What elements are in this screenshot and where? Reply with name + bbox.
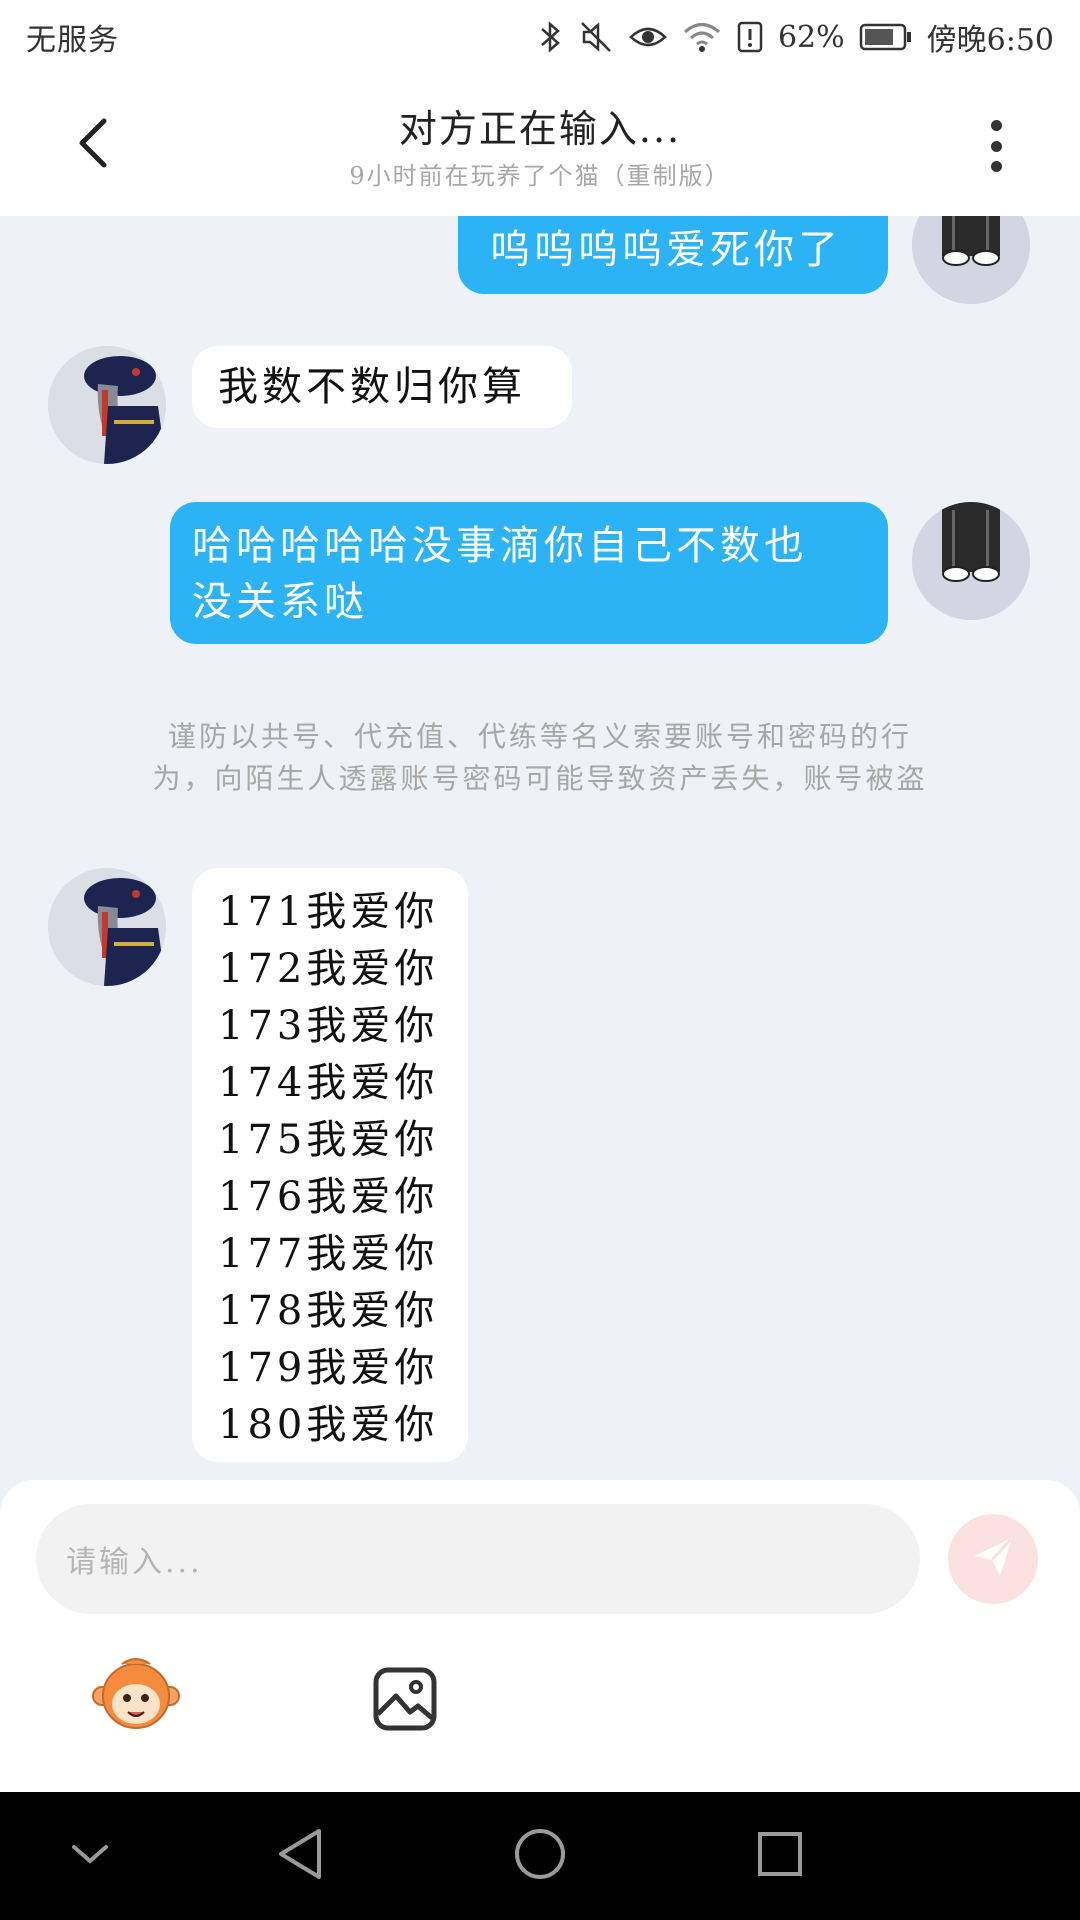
nav-home-button[interactable] (510, 1826, 570, 1886)
more-dot-icon (990, 140, 1002, 152)
nav-collapse-button[interactable] (60, 1826, 120, 1886)
system-nav-bar (0, 1792, 1080, 1920)
send-icon (970, 1534, 1016, 1584)
more-options-button[interactable] (974, 114, 1018, 178)
wifi-icon (682, 19, 722, 55)
contact-avatar[interactable] (48, 868, 166, 986)
nav-back-button[interactable] (270, 1826, 330, 1886)
triangle-back-icon (275, 1827, 325, 1885)
message-line: 178我爱你 (218, 1288, 439, 1334)
more-dot-icon (990, 161, 1002, 172)
message-line: 哈哈哈哈哈没事滴你自己不数也 (192, 523, 808, 569)
chevron-down-icon (68, 1839, 112, 1873)
input-placeholder: 请输入... (66, 1545, 203, 1580)
chat-title: 对方正在输入... (398, 107, 682, 151)
input-panel: 请输入... (0, 1480, 1080, 1792)
nav-recents-button[interactable] (750, 1826, 810, 1886)
bluetooth-icon (538, 19, 564, 55)
alert-icon (736, 19, 764, 55)
square-recents-icon (755, 1829, 805, 1883)
battery-icon (859, 22, 913, 52)
message-line: 没关系哒 (192, 579, 368, 625)
message-input[interactable]: 请输入... (36, 1504, 920, 1614)
emoji-button[interactable] (92, 1654, 180, 1734)
chat-header: 对方正在输入... 9小时前在玩养了个猫（重制版） (0, 74, 1080, 216)
message-line: 173我爱你 (218, 1003, 439, 1049)
send-button[interactable] (948, 1514, 1038, 1604)
status-icons: 62% 傍晚6:50 (538, 15, 1054, 59)
more-dot-icon (990, 120, 1002, 131)
incoming-message[interactable]: 171我爱你 172我爱你 173我爱你 174我爱你 175我爱你 176我爱… (192, 868, 468, 1462)
message-list[interactable]: 呜呜呜呜爱死你了 我数不数归你算 哈哈哈哈哈没事滴你自己不数也 没关系哒 谨防以… (0, 216, 1080, 1480)
outgoing-message[interactable]: 呜呜呜呜爱死你了 (458, 216, 888, 294)
eye-icon (628, 19, 668, 55)
security-notice: 谨防以共号、代充值、代练等名义索要账号和密码的行 为，向陌生人透露账号密码可能导… (80, 716, 1000, 800)
message-line: 176我爱你 (218, 1174, 439, 1220)
mute-icon (578, 19, 614, 55)
outgoing-message[interactable]: 哈哈哈哈哈没事滴你自己不数也 没关系哒 (170, 502, 888, 644)
notice-line: 谨防以共号、代充值、代练等名义索要账号和密码的行 (167, 720, 912, 753)
carrier-label: 无服务 (26, 23, 119, 58)
message-line: 180我爱你 (218, 1402, 439, 1448)
message-text: 我数不数归你算 (218, 364, 526, 410)
monkey-face-icon (92, 1658, 180, 1738)
image-icon (372, 1667, 438, 1736)
my-avatar[interactable] (912, 502, 1030, 620)
notice-line: 为，向陌生人透露账号密码可能导致资产丢失，账号被盗 (152, 762, 928, 795)
incoming-message[interactable]: 我数不数归你算 (192, 346, 572, 428)
message-line: 172我爱你 (218, 946, 439, 992)
battery-percent: 62% (777, 19, 845, 55)
message-line: 177我爱你 (218, 1231, 439, 1277)
image-picker-button[interactable] (372, 1666, 438, 1732)
status-bar: 无服务 62% 傍晚6:50 (0, 0, 1080, 74)
my-avatar[interactable] (912, 216, 1030, 304)
message-line: 174我爱你 (218, 1060, 439, 1106)
clock: 傍晚6:50 (926, 23, 1054, 58)
contact-avatar[interactable] (48, 346, 166, 464)
message-line: 179我爱你 (218, 1345, 439, 1391)
message-text: 呜呜呜呜爱死你了 (490, 227, 842, 273)
message-line: 171我爱你 (218, 889, 439, 935)
circle-home-icon (513, 1827, 567, 1885)
chat-subtitle: 9小时前在玩养了个猫（重制版） (349, 162, 731, 190)
message-line: 175我爱你 (218, 1117, 439, 1163)
